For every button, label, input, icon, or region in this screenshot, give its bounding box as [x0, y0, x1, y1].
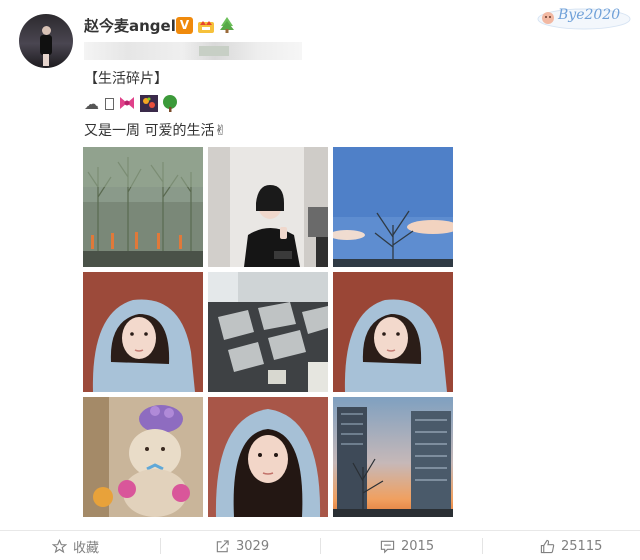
- cloud-emoji-icon: ☁: [84, 95, 99, 113]
- author-name[interactable]: 赵今麦angel: [84, 15, 176, 36]
- action-bar: 收藏 3029 2015 25115: [0, 530, 640, 560]
- photo-8[interactable]: [208, 397, 328, 517]
- share-icon: [216, 539, 229, 552]
- like-count: 25115: [561, 538, 603, 554]
- verified-v-icon[interactable]: V: [176, 17, 193, 34]
- comment-count: 2015: [401, 538, 435, 554]
- crown-badge-icon[interactable]: [197, 17, 215, 34]
- comment-button[interactable]: 2015: [380, 531, 434, 560]
- repost-count: 3029: [236, 538, 270, 554]
- tree-badge-icon[interactable]: [219, 16, 235, 34]
- divider: [320, 538, 321, 554]
- photo-3[interactable]: [333, 147, 453, 267]
- like-button[interactable]: 25115: [540, 531, 602, 560]
- divider: [160, 538, 161, 554]
- avatar[interactable]: [19, 14, 73, 68]
- repost-button[interactable]: 3029: [215, 531, 269, 560]
- photo-2[interactable]: [208, 147, 328, 267]
- bye2020-watermark-text: Bye2020: [558, 7, 621, 23]
- photo-6[interactable]: [333, 272, 453, 392]
- favorite-label: 收藏: [73, 540, 100, 556]
- photo-4[interactable]: [83, 272, 203, 392]
- avatar-legs: [43, 54, 49, 66]
- post-caption: 又是一周 可爱的生活✌: [84, 123, 227, 139]
- photo-grid: [83, 147, 453, 517]
- photo-5[interactable]: [208, 272, 328, 392]
- photo-9[interactable]: [333, 397, 453, 517]
- divider: [482, 538, 483, 554]
- post-title-line: 【生活碎片】: [84, 71, 168, 87]
- tree-emoji-icon: [162, 95, 178, 116]
- ribbon-bow-icon: [118, 95, 136, 115]
- avatar-body: [40, 35, 52, 55]
- photo-1[interactable]: [83, 147, 203, 267]
- favorite-button[interactable]: 收藏: [52, 531, 99, 560]
- avatar-head: [42, 26, 51, 35]
- star-icon: [52, 538, 67, 553]
- placeholder-box-icon: [105, 98, 114, 110]
- thumbs-up-icon: [540, 539, 555, 553]
- fireworks-icon: [140, 95, 158, 116]
- photo-7[interactable]: [83, 397, 203, 517]
- comment-icon: [380, 540, 395, 553]
- post-meta-blurred: [84, 42, 302, 60]
